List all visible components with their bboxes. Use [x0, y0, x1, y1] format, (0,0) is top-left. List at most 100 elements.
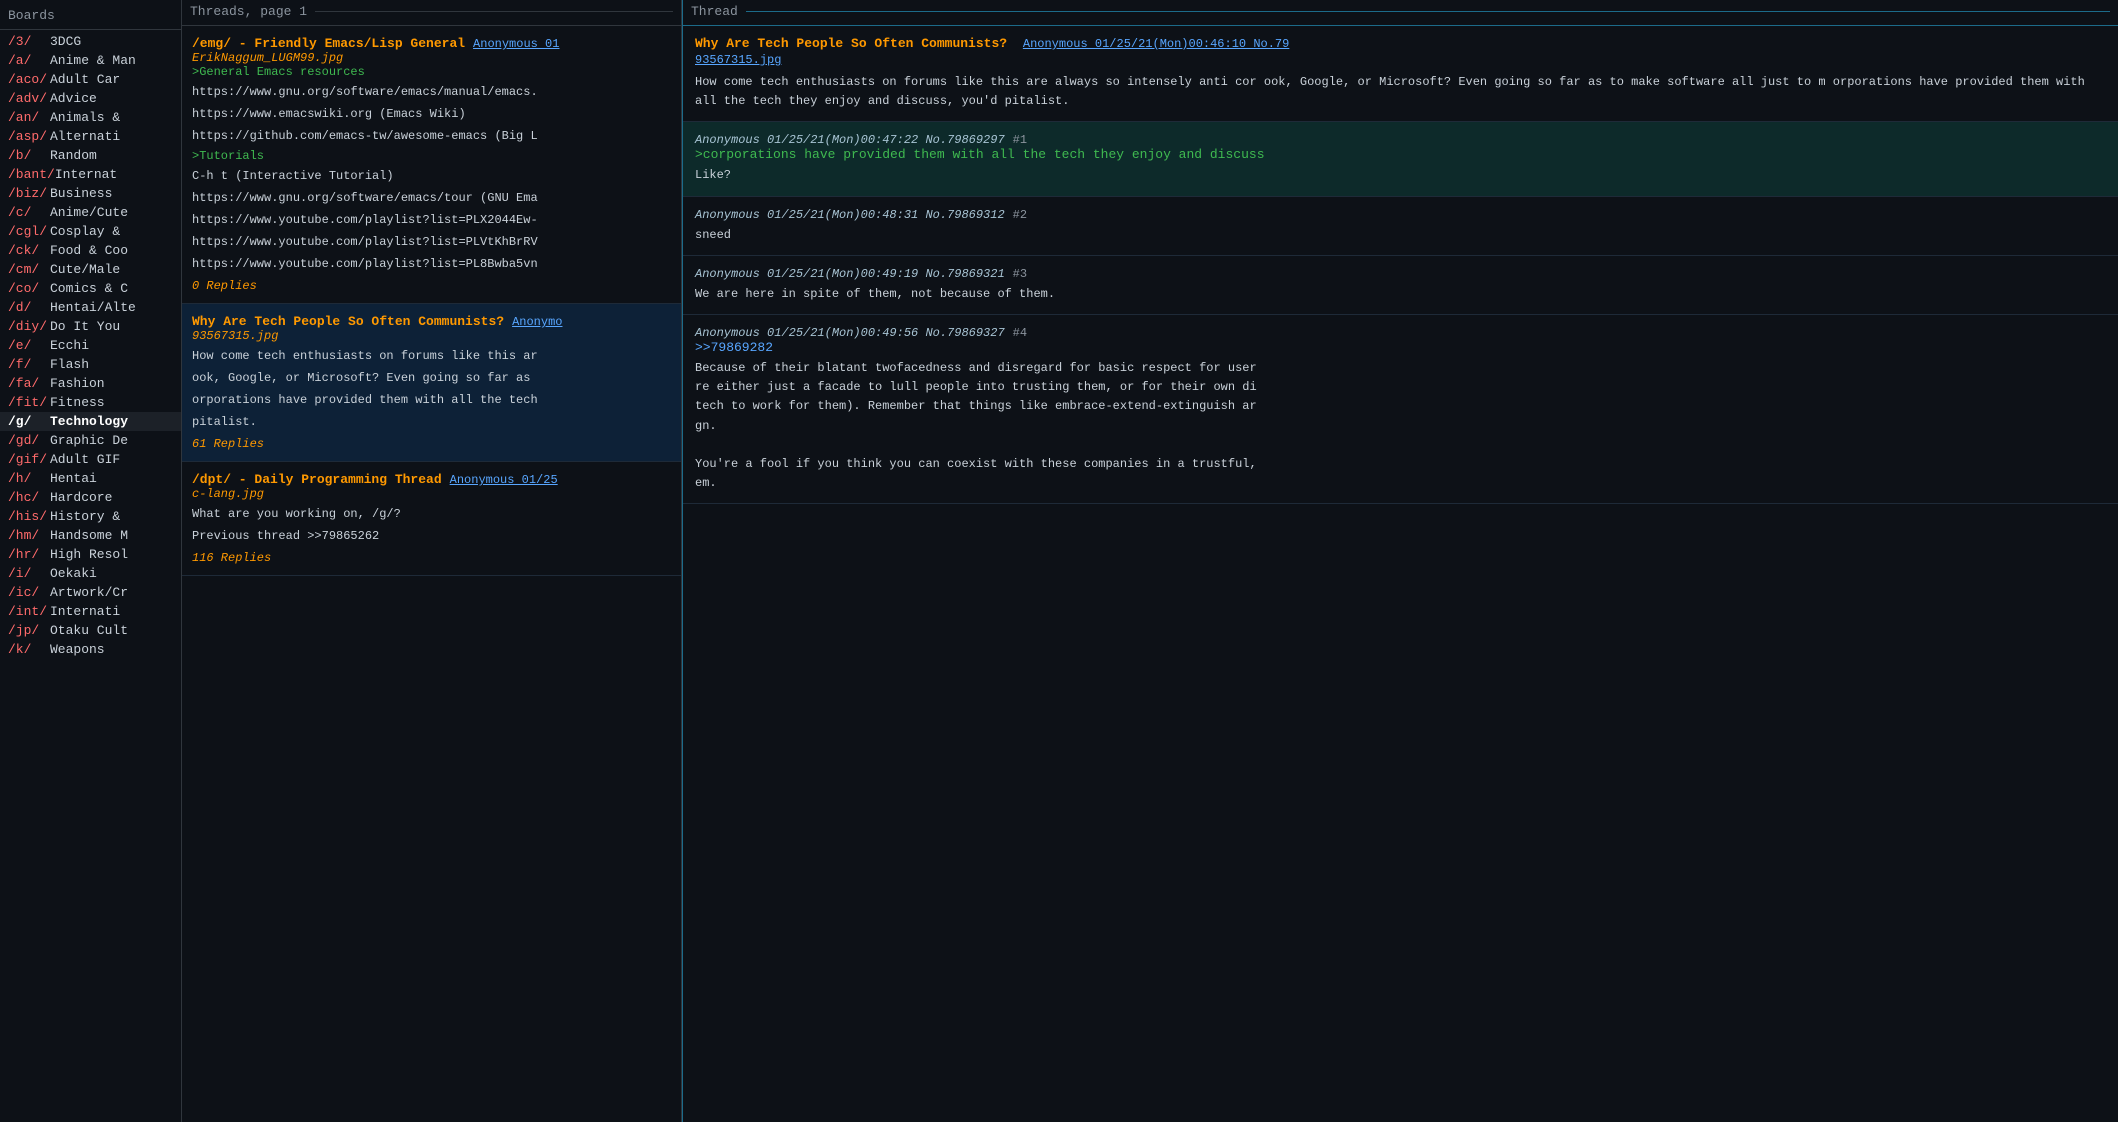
sidebar-item-hc[interactable]: /hc/Hardcore — [0, 488, 181, 507]
thread-body-line: https://www.gnu.org/software/emacs/manua… — [192, 83, 671, 101]
sidebar-item-fit[interactable]: /fit/Fitness — [0, 393, 181, 412]
board-id: /fa/ — [8, 376, 50, 391]
sidebar-item-cm[interactable]: /cm/Cute/Male — [0, 260, 181, 279]
sidebar-item-an[interactable]: /an/Animals & — [0, 108, 181, 127]
sidebar-item-his[interactable]: /his/History & — [0, 507, 181, 526]
sidebar-item-hm[interactable]: /hm/Handsome M — [0, 526, 181, 545]
threads-panel: Threads, page 1 /emg/ - Friendly Emacs/L… — [182, 0, 682, 1122]
board-name: Internat — [55, 167, 117, 182]
thread-file[interactable]: ErikNaggum_LUGM99.jpg — [192, 51, 671, 65]
thread-body-line: How come tech enthusiasts on forums like… — [192, 347, 671, 365]
post-meta-line: Anonymous 01/25/21(Mon)00:49:56 No.79869… — [695, 325, 2106, 340]
sidebar-item-h[interactable]: /h/Hentai — [0, 469, 181, 488]
board-name: Cute/Male — [50, 262, 120, 277]
thread-item-dpt[interactable]: /dpt/ - Daily Programming ThreadAnonymou… — [182, 462, 681, 576]
sidebar-item-cgl[interactable]: /cgl/Cosplay & — [0, 222, 181, 241]
sidebar-item-bant[interactable]: /bant/Internat — [0, 165, 181, 184]
threads-panel-title: Threads, page 1 — [190, 4, 307, 19]
thread-replies[interactable]: 116 Replies — [192, 551, 671, 565]
sidebar-item-co[interactable]: /co/Comics & C — [0, 279, 181, 298]
board-id: /adv/ — [8, 91, 50, 106]
sidebar-item-g[interactable]: /g/Technology — [0, 412, 181, 431]
board-name: Animals & — [50, 110, 120, 125]
sidebar-item-int[interactable]: /int/Internati — [0, 602, 181, 621]
board-id: /diy/ — [8, 319, 50, 334]
sidebar-item-b[interactable]: /b/Random — [0, 146, 181, 165]
post-body: We are here in spite of them, not becaus… — [695, 285, 2106, 304]
thread-body-line: pitalist. — [192, 413, 671, 431]
post-p3: Anonymous 01/25/21(Mon)00:49:19 No.79869… — [683, 256, 2118, 315]
thread-replies[interactable]: 0 Replies — [192, 279, 671, 293]
board-name: Hentai — [50, 471, 97, 486]
post-body: Like? — [695, 166, 2106, 185]
board-name: Advice — [50, 91, 97, 106]
thread-file[interactable]: 93567315.jpg — [192, 329, 671, 343]
board-id: /e/ — [8, 338, 50, 353]
board-id: /c/ — [8, 205, 50, 220]
sidebar-item-f[interactable]: /f/Flash — [0, 355, 181, 374]
board-name: 3DCG — [50, 34, 81, 49]
sidebar-item-k[interactable]: /k/Weapons — [0, 640, 181, 659]
thread-replies[interactable]: 61 Replies — [192, 437, 671, 451]
board-name: Graphic De — [50, 433, 128, 448]
board-name: Fitness — [50, 395, 105, 410]
sidebar-item-ck[interactable]: /ck/Food & Coo — [0, 241, 181, 260]
thread-op-file[interactable]: 93567315.jpg — [695, 53, 2106, 67]
sidebar-item-biz[interactable]: /biz/Business — [0, 184, 181, 203]
thread-body-line: https://www.youtube.com/playlist?list=PL… — [192, 211, 671, 229]
sidebar-item-c[interactable]: /c/Anime/Cute — [0, 203, 181, 222]
thread-title-line: /dpt/ - Daily Programming ThreadAnonymou… — [192, 472, 671, 487]
thread-greentext: >General Emacs resources — [192, 65, 671, 79]
board-name: Technology — [50, 414, 128, 429]
post-p2: Anonymous 01/25/21(Mon)00:48:31 No.79869… — [683, 197, 2118, 256]
sidebar-item-hr[interactable]: /hr/High Resol — [0, 545, 181, 564]
thread-author: Anonymo — [512, 315, 562, 329]
board-id: /jp/ — [8, 623, 50, 638]
thread-body-line: Previous thread >>79865262 — [192, 527, 671, 545]
threads-panel-header-line — [315, 11, 673, 12]
sidebar-item-diy[interactable]: /diy/Do It You — [0, 317, 181, 336]
thread-body-line: C-h t (Interactive Tutorial) — [192, 167, 671, 185]
sidebar-item-adv[interactable]: /adv/Advice — [0, 89, 181, 108]
post-body: sneed — [695, 226, 2106, 245]
sidebar-item-fa[interactable]: /fa/Fashion — [0, 374, 181, 393]
thread-file[interactable]: c-lang.jpg — [192, 487, 671, 501]
board-id: /an/ — [8, 110, 50, 125]
thread-item-emg[interactable]: /emg/ - Friendly Emacs/Lisp GeneralAnony… — [182, 26, 681, 304]
sidebar-item-e[interactable]: /e/Ecchi — [0, 336, 181, 355]
board-id: /int/ — [8, 604, 50, 619]
board-id: /d/ — [8, 300, 50, 315]
post-meta: Anonymous 01/25/21(Mon)00:49:19 No.79869… — [695, 267, 1005, 281]
board-name: Oekaki — [50, 566, 97, 581]
board-id: /hr/ — [8, 547, 50, 562]
sidebar-item-aco[interactable]: /aco/Adult Car — [0, 70, 181, 89]
sidebar-item-3[interactable]: /3/3DCG — [0, 32, 181, 51]
post-quote[interactable]: >>79869282 — [695, 340, 2106, 355]
thread-body-line: https://www.youtube.com/playlist?list=PL… — [192, 255, 671, 273]
thread-greentext: >Tutorials — [192, 149, 671, 163]
board-id: /his/ — [8, 509, 50, 524]
thread-item-why-tech[interactable]: Why Are Tech People So Often Communists?… — [182, 304, 681, 462]
sidebar-item-a[interactable]: /a/Anime & Man — [0, 51, 181, 70]
sidebar-item-gif[interactable]: /gif/Adult GIF — [0, 450, 181, 469]
sidebar-item-gd[interactable]: /gd/Graphic De — [0, 431, 181, 450]
post-p4: Anonymous 01/25/21(Mon)00:49:56 No.79869… — [683, 315, 2118, 504]
sidebar-item-asp[interactable]: /asp/Alternati — [0, 127, 181, 146]
board-name: Anime & Man — [50, 53, 136, 68]
post-greentext: >corporations have provided them with al… — [695, 147, 2106, 162]
sidebar-item-d[interactable]: /d/Hentai/Alte — [0, 298, 181, 317]
post-body: Because of their blatant twofacedness an… — [695, 359, 2106, 493]
board-id: /gif/ — [8, 452, 50, 467]
board-name: Ecchi — [50, 338, 89, 353]
sidebar-item-jp[interactable]: /jp/Otaku Cult — [0, 621, 181, 640]
sidebar-item-i[interactable]: /i/Oekaki — [0, 564, 181, 583]
board-name: Comics & C — [50, 281, 128, 296]
thread-op-title: Why Are Tech People So Often Communists? — [695, 36, 1007, 51]
board-id: /hm/ — [8, 528, 50, 543]
sidebar-item-ic[interactable]: /ic/Artwork/Cr — [0, 583, 181, 602]
thread-view-panel: Thread Why Are Tech People So Often Comm… — [682, 0, 2118, 1122]
board-id: /f/ — [8, 357, 50, 372]
board-name: History & — [50, 509, 120, 524]
board-id: /k/ — [8, 642, 50, 657]
thread-author: Anonymous 01/25 — [450, 473, 558, 487]
